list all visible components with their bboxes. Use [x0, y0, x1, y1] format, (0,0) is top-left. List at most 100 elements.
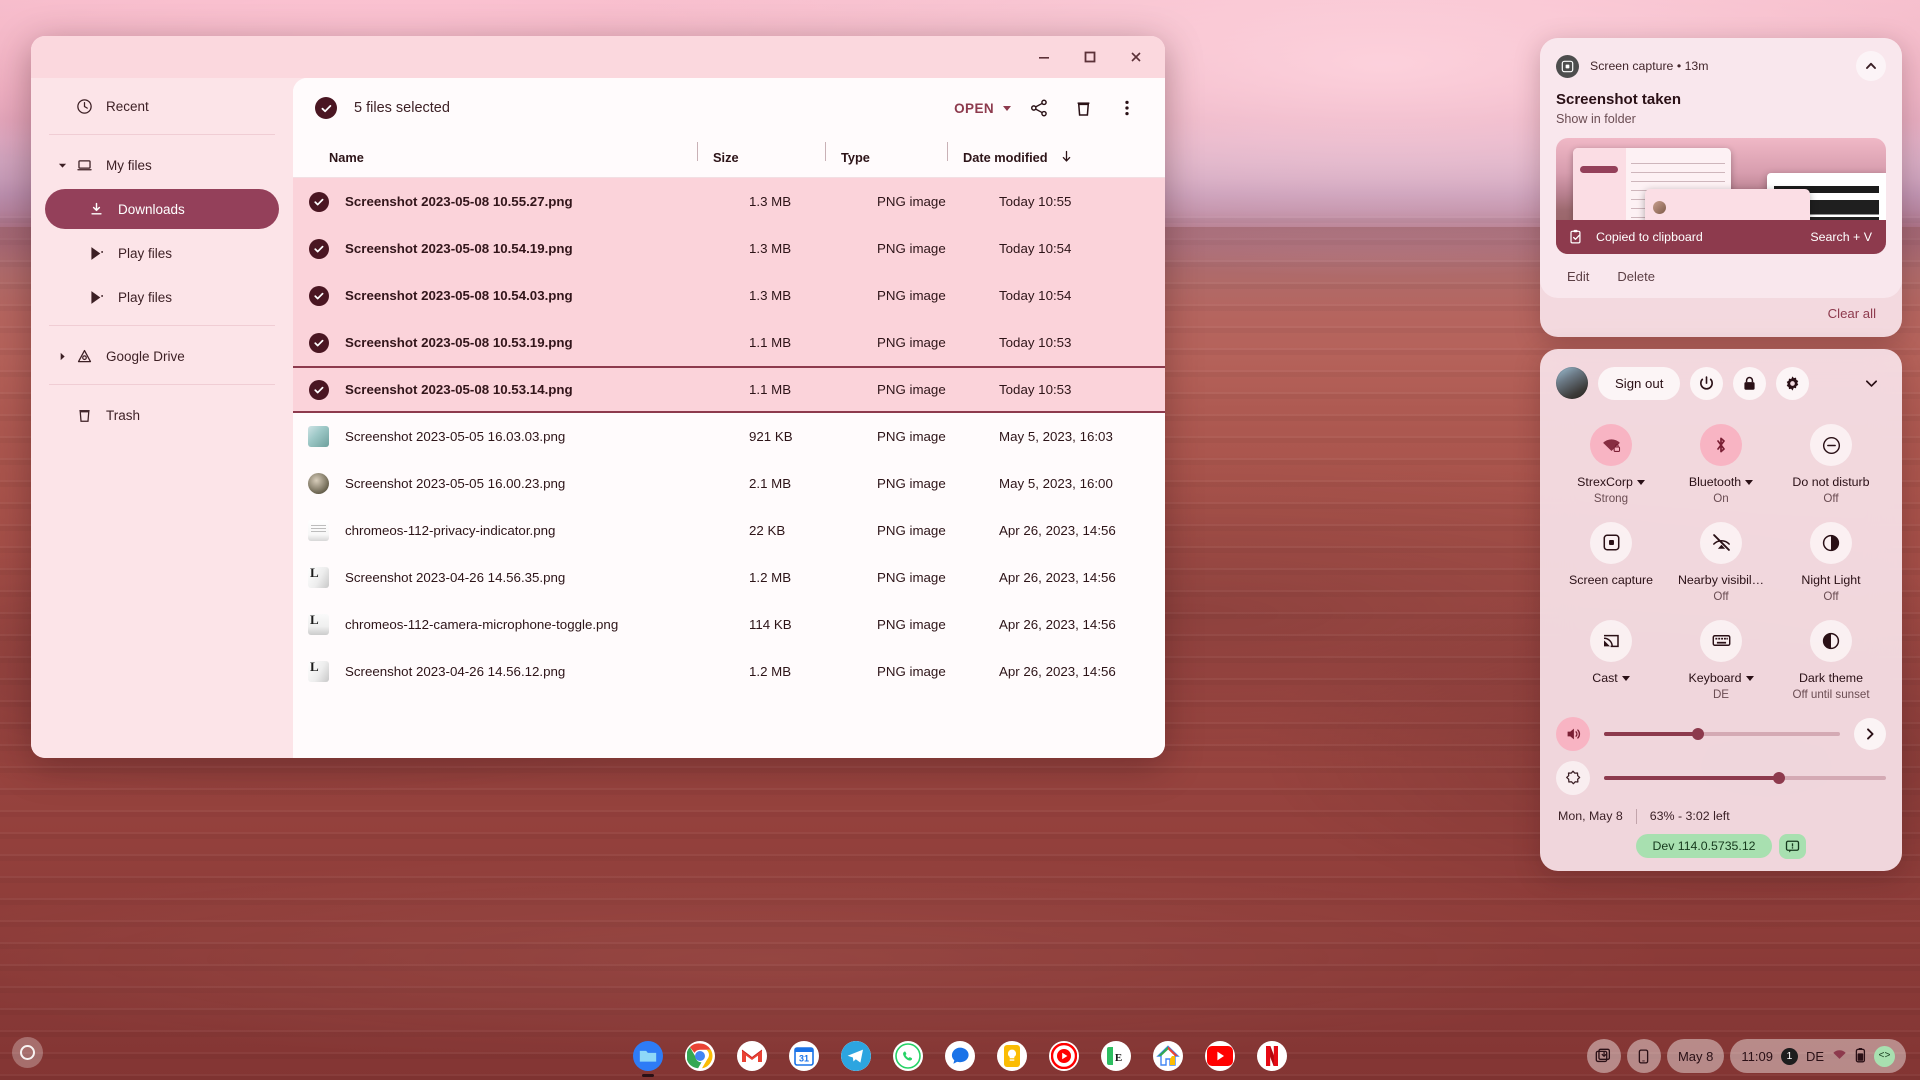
table-row[interactable]: chromeos-112-privacy-indicator.png22 KBP…	[293, 507, 1165, 554]
table-row[interactable]: Screenshot 2023-05-05 16.03.03.png921 KB…	[293, 413, 1165, 460]
chevron-down-icon[interactable]	[53, 161, 71, 170]
notification-action-edit[interactable]: Edit	[1558, 264, 1598, 289]
volume-slider-knob[interactable]	[1692, 728, 1704, 740]
brightness-slider-row	[1556, 761, 1886, 795]
avatar[interactable]	[1556, 367, 1588, 399]
shelf-app-youtube-music[interactable]	[1045, 1037, 1083, 1075]
shelf-app-whatsapp[interactable]	[889, 1037, 927, 1075]
table-row[interactable]: chromeos-112-camera-microphone-toggle.pn…	[293, 601, 1165, 648]
table-row[interactable]: Screenshot 2023-05-05 16.00.23.png2.1 MB…	[293, 460, 1165, 507]
selection-check-icon[interactable]	[315, 97, 337, 119]
feedback-icon[interactable]	[1779, 834, 1806, 859]
row-checkbox[interactable]	[293, 239, 329, 259]
close-icon[interactable]	[1113, 38, 1159, 76]
volume-slider[interactable]	[1604, 732, 1840, 736]
shelf-app-google-home[interactable]	[1149, 1037, 1187, 1075]
qs-tile-network[interactable]: StrexCorp Strong	[1556, 415, 1666, 511]
notification-action-delete[interactable]: Delete	[1608, 264, 1664, 289]
sidebar-item-downloads[interactable]: Downloads	[45, 189, 279, 229]
screen-capture-tray-icon[interactable]	[1587, 1039, 1621, 1073]
column-header-type[interactable]: Type	[825, 150, 947, 165]
table-row[interactable]: Screenshot 2023-05-08 10.54.19.png1.3 MB…	[293, 225, 1165, 272]
window-titlebar[interactable]	[31, 36, 1165, 78]
row-checkbox[interactable]	[293, 380, 329, 400]
version-chip[interactable]: Dev 114.0.5735.12	[1636, 834, 1771, 858]
file-name: Screenshot 2023-05-05 16.00.23.png	[329, 476, 565, 491]
notification-subtitle[interactable]: Show in folder	[1556, 112, 1886, 126]
power-icon[interactable]	[1690, 367, 1723, 400]
volume-icon[interactable]	[1556, 717, 1590, 751]
qs-tile-screen-capture[interactable]: Screen capture	[1556, 513, 1666, 609]
brightness-slider-knob[interactable]	[1773, 772, 1785, 784]
table-row[interactable]: Screenshot 2023-05-08 10.53.14.png1.1 MB…	[293, 366, 1165, 413]
volume-slider-fill	[1604, 732, 1698, 736]
shelf-app-chrome[interactable]	[681, 1037, 719, 1075]
shelf-app-files[interactable]	[629, 1037, 667, 1075]
qs-tile-cast[interactable]: Cast	[1556, 611, 1666, 707]
row-checkbox[interactable]	[293, 286, 329, 306]
table-row[interactable]: Screenshot 2023-04-26 14.56.35.png1.2 MB…	[293, 554, 1165, 601]
table-row[interactable]: Screenshot 2023-05-08 10.54.03.png1.3 MB…	[293, 272, 1165, 319]
brightness-slider-fill	[1604, 776, 1779, 780]
notification-preview-image[interactable]: Copied to clipboard Search + V	[1556, 138, 1886, 254]
shelf-app-netflix[interactable]	[1253, 1037, 1291, 1075]
row-checkbox[interactable]	[293, 333, 329, 353]
launcher-button[interactable]	[12, 1037, 43, 1068]
qs-tile-night-light[interactable]: Night Light Off	[1776, 513, 1886, 609]
shelf-app-keep[interactable]	[993, 1037, 1031, 1075]
qs-tile-label: Bluetooth	[1689, 475, 1753, 490]
delete-icon[interactable]	[1061, 86, 1105, 130]
chevron-right-icon[interactable]	[53, 352, 71, 361]
open-button[interactable]: OPEN	[948, 95, 1017, 122]
shelf-app-messages[interactable]	[941, 1037, 979, 1075]
row-checkbox[interactable]	[293, 192, 329, 212]
qs-battery[interactable]: 63% - 3:02 left	[1650, 809, 1730, 823]
date-tray[interactable]: May 8	[1667, 1039, 1724, 1073]
shelf-app-youtube[interactable]	[1201, 1037, 1239, 1075]
lock-icon[interactable]	[1733, 367, 1766, 400]
sign-out-button[interactable]: Sign out	[1598, 367, 1680, 400]
chevron-down-icon[interactable]	[1856, 368, 1886, 398]
shelf-app-gmail[interactable]	[733, 1037, 771, 1075]
qs-tile-keyboard[interactable]: Keyboard DE	[1666, 611, 1776, 707]
trash-icon	[71, 407, 97, 424]
qs-tile-do-not-disturb[interactable]: Do not disturb Off	[1776, 415, 1886, 511]
file-thumbnail	[293, 661, 329, 682]
sidebar-item-play-files-1[interactable]: Play files	[45, 233, 279, 273]
maximize-icon[interactable]	[1067, 38, 1113, 76]
brightness-slider[interactable]	[1604, 776, 1886, 780]
notification-screen-capture[interactable]: Screen capture • 13m Screenshot taken Sh…	[1540, 38, 1902, 298]
clear-all-row: Clear all	[1540, 298, 1902, 337]
sidebar-item-recent[interactable]: Recent	[45, 86, 279, 126]
sidebar-item-google-drive[interactable]: Google Drive	[45, 336, 279, 376]
shelf-app-telegram[interactable]	[837, 1037, 875, 1075]
cast-icon	[1590, 620, 1632, 662]
column-header-date-modified[interactable]: Date modified	[947, 150, 1165, 166]
sidebar-item-label: My files	[106, 158, 152, 173]
chevron-right-icon[interactable]	[1854, 718, 1886, 750]
table-row[interactable]: Screenshot 2023-04-26 14.56.12.png1.2 MB…	[293, 648, 1165, 695]
gear-icon[interactable]	[1776, 367, 1809, 400]
sidebar-item-play-files-2[interactable]: Play files	[45, 277, 279, 317]
column-header-name[interactable]: Name	[293, 150, 697, 165]
table-row[interactable]: Screenshot 2023-05-08 10.53.19.png1.1 MB…	[293, 319, 1165, 366]
cell-size: 1.3 MB	[733, 194, 861, 209]
qs-tile-dark-theme[interactable]: Dark theme Off until sunset	[1776, 611, 1886, 707]
shelf-app-evernote[interactable]: E	[1097, 1037, 1135, 1075]
table-row[interactable]: Screenshot 2023-05-08 10.55.27.png1.3 MB…	[293, 178, 1165, 225]
qs-tile-bluetooth[interactable]: Bluetooth On	[1666, 415, 1776, 511]
file-list[interactable]: Screenshot 2023-05-08 10.55.27.png1.3 MB…	[293, 178, 1165, 758]
minimize-icon[interactable]	[1021, 38, 1067, 76]
phone-hub-icon[interactable]	[1627, 1039, 1661, 1073]
status-area[interactable]: 11:09 1 DE <>	[1730, 1039, 1906, 1073]
more-options-icon[interactable]	[1105, 86, 1149, 130]
share-icon[interactable]	[1017, 86, 1061, 130]
clear-all-button[interactable]: Clear all	[1822, 302, 1882, 325]
chevron-up-icon[interactable]	[1856, 51, 1886, 81]
qs-tile-nearby-visibility[interactable]: Nearby visibil… Off	[1666, 513, 1776, 609]
column-header-size[interactable]: Size	[697, 150, 825, 165]
shelf-app-calendar[interactable]: 31	[785, 1037, 823, 1075]
sidebar-item-trash[interactable]: Trash	[45, 395, 279, 435]
brightness-icon[interactable]	[1556, 761, 1590, 795]
sidebar-item-my-files[interactable]: My files	[45, 145, 279, 185]
